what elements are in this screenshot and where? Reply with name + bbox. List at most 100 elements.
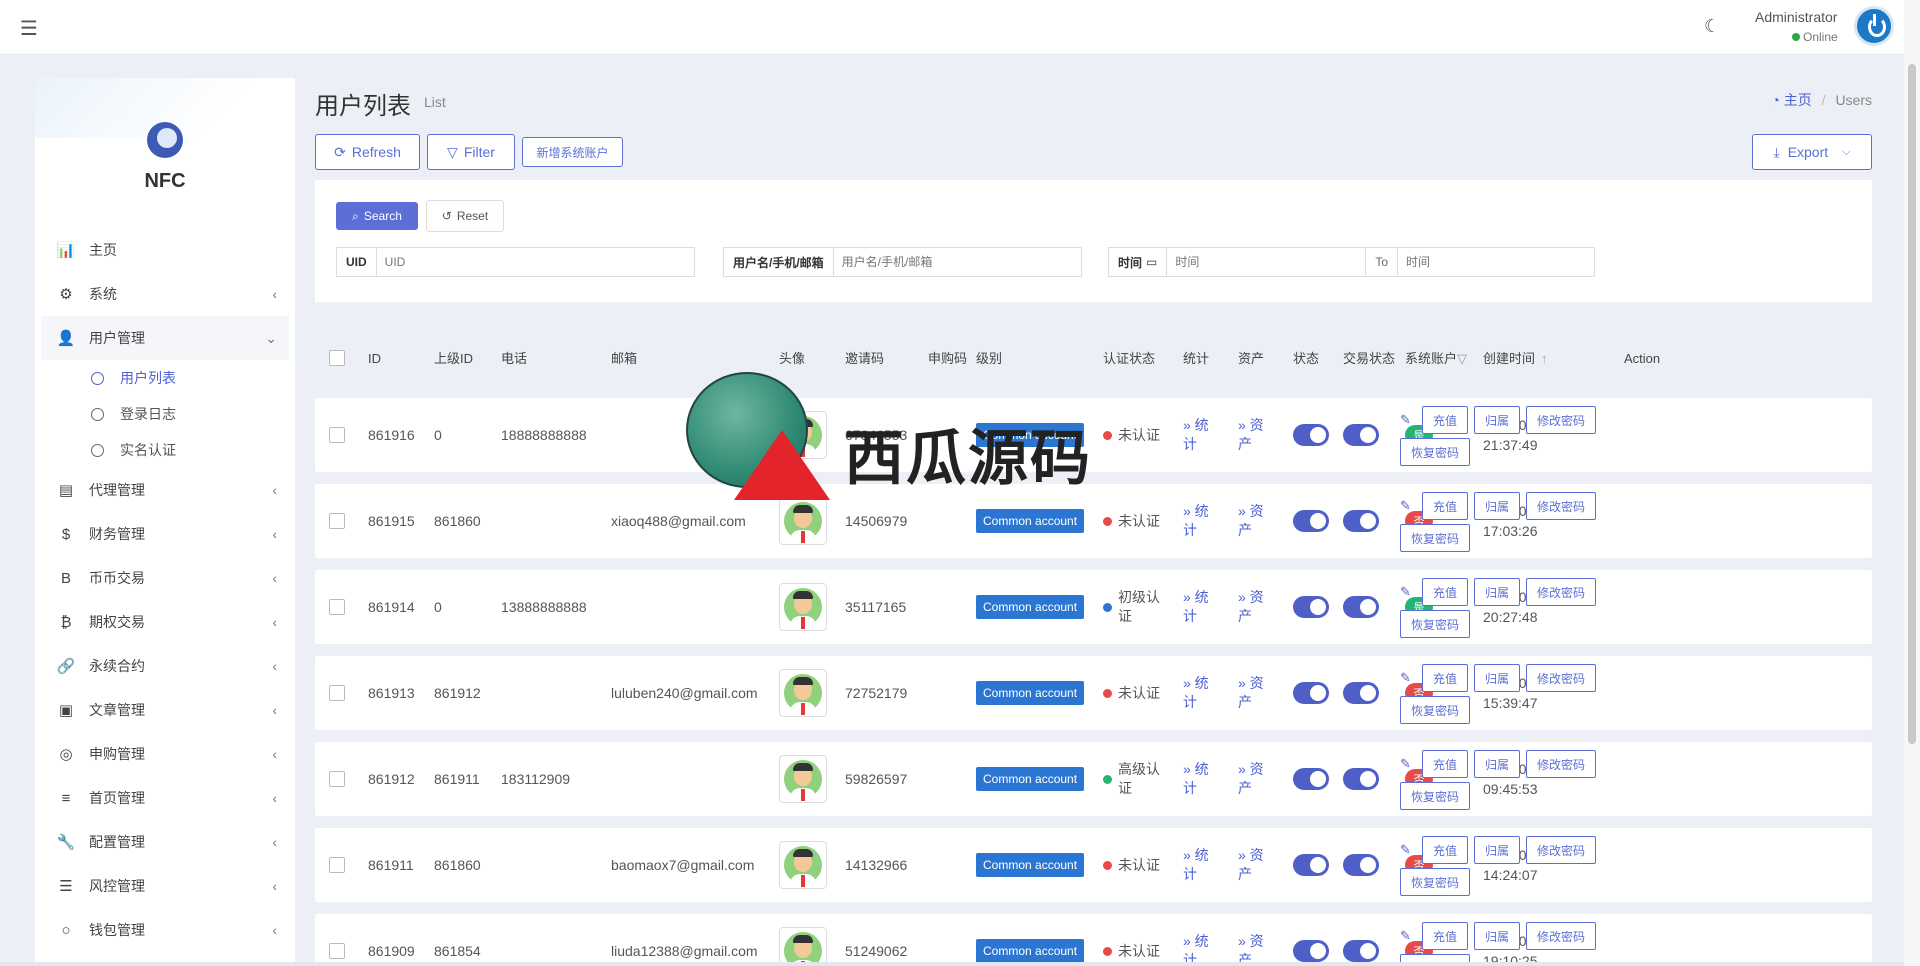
sidebar-item-10[interactable]: ≡ 首页管理 ‹ [41,776,289,820]
row-checkbox[interactable] [329,513,345,529]
assets-link[interactable]: » 资产 [1238,588,1272,626]
change-password-button[interactable]: 修改密码 [1526,922,1597,950]
assets-link[interactable]: » 资产 [1238,502,1272,540]
assign-button[interactable]: 归属 [1474,406,1521,434]
search-button[interactable]: ⌕ Search [336,202,418,230]
status-toggle[interactable] [1293,596,1329,618]
change-password-button[interactable]: 修改密码 [1526,492,1597,520]
change-password-button[interactable]: 修改密码 [1526,664,1597,692]
user-input[interactable] [833,248,1074,276]
recharge-button[interactable]: 充值 [1422,922,1469,950]
filter-funnel-icon[interactable]: ▽ [1457,350,1467,367]
status-toggle[interactable] [1293,768,1329,790]
recharge-button[interactable]: 充值 [1422,492,1469,520]
user-avatar[interactable] [779,583,827,631]
row-checkbox[interactable] [329,943,345,959]
trade-status-toggle[interactable] [1343,940,1379,962]
edit-pencil-icon[interactable]: ✎ [1400,412,1416,428]
row-checkbox[interactable] [329,427,345,443]
sidebar-item-0[interactable]: 📊 主页 [41,228,289,272]
breadcrumb-home[interactable]: ◔ 主页 [1771,92,1811,108]
reset-password-button[interactable]: 恢复密码 [1400,610,1471,638]
sidebar-item-2[interactable]: 👤 用户管理 ⌄ [41,316,289,360]
sidebar-item-8[interactable]: ▣ 文章管理 ‹ [41,688,289,732]
uid-input[interactable] [376,248,687,276]
assets-link[interactable]: » 资产 [1238,674,1272,712]
row-checkbox[interactable] [329,599,345,615]
trade-status-toggle[interactable] [1343,854,1379,876]
refresh-button[interactable]: ⟳ Refresh [315,134,420,170]
row-checkbox[interactable] [329,685,345,701]
sidebar-item-11[interactable]: 🔧 配置管理 ‹ [41,820,289,864]
header-id[interactable]: ID [368,326,381,390]
stats-link[interactable]: » 统计 [1183,502,1217,540]
recharge-button[interactable]: 充值 [1422,750,1469,778]
sidebar-subitem-1[interactable]: 登录日志 [41,396,289,432]
row-checkbox[interactable] [329,771,345,787]
sidebar-item-12[interactable]: ☰ 风控管理 ‹ [41,864,289,908]
change-password-button[interactable]: 修改密码 [1526,836,1597,864]
recharge-button[interactable]: 充值 [1422,578,1469,606]
sidebar-item-7[interactable]: 🔗 永续合约 ‹ [41,644,289,688]
stats-link[interactable]: » 统计 [1183,416,1217,454]
sidebar-subitem-2[interactable]: 实名认证 [41,432,289,468]
assign-button[interactable]: 归属 [1474,664,1521,692]
sort-arrow-up-icon[interactable]: ↑ [1541,350,1548,367]
recharge-button[interactable]: 充值 [1422,836,1469,864]
assets-link[interactable]: » 资产 [1238,846,1272,884]
stats-link[interactable]: » 统计 [1183,846,1217,884]
stats-link[interactable]: » 统计 [1183,932,1217,966]
user-avatar[interactable] [779,669,827,717]
status-toggle[interactable] [1293,424,1329,446]
assign-button[interactable]: 归属 [1474,922,1521,950]
row-checkbox[interactable] [329,857,345,873]
status-toggle[interactable] [1293,940,1329,962]
change-password-button[interactable]: 修改密码 [1526,578,1597,606]
sidebar-item-13[interactable]: ○ 钱包管理 ‹ [41,908,289,952]
reset-password-button[interactable]: 恢复密码 [1400,524,1471,552]
change-password-button[interactable]: 修改密码 [1526,406,1597,434]
admin-name[interactable]: Administrator [1755,9,1837,25]
edit-pencil-icon[interactable]: ✎ [1400,842,1416,858]
change-password-button[interactable]: 修改密码 [1526,750,1597,778]
trade-status-toggle[interactable] [1343,682,1379,704]
user-avatar[interactable] [779,927,827,966]
reset-password-button[interactable]: 恢复密码 [1400,438,1471,466]
assign-button[interactable]: 归属 [1474,578,1521,606]
scrollbar-thumb[interactable] [1908,64,1916,744]
assign-button[interactable]: 归属 [1474,750,1521,778]
admin-avatar[interactable] [1854,6,1894,46]
edit-pencil-icon[interactable]: ✎ [1400,584,1416,600]
edit-pencil-icon[interactable]: ✎ [1400,498,1416,514]
header-created-time[interactable]: 创建时间 ↑ [1483,326,1548,390]
recharge-button[interactable]: 充值 [1422,406,1469,434]
export-button[interactable]: ⤓ Export ⌵ [1752,134,1872,170]
dark-mode-moon-icon[interactable]: ☾ [1704,16,1720,37]
add-system-account-button[interactable]: 新增系统账户 [522,137,623,167]
time-end-input[interactable] [1398,248,1589,276]
user-avatar[interactable] [779,755,827,803]
page-scrollbar[interactable] [1904,0,1920,966]
edit-pencil-icon[interactable]: ✎ [1400,756,1416,772]
trade-status-toggle[interactable] [1343,768,1379,790]
stats-link[interactable]: » 统计 [1183,760,1217,798]
sidebar-item-4[interactable]: $ 财务管理 ‹ [41,512,289,556]
status-toggle[interactable] [1293,682,1329,704]
assets-link[interactable]: » 资产 [1238,932,1272,966]
reset-button[interactable]: ↺ Reset [426,200,504,232]
reset-password-button[interactable]: 恢复密码 [1400,868,1471,896]
user-avatar[interactable] [779,841,827,889]
trade-status-toggle[interactable] [1343,596,1379,618]
assign-button[interactable]: 归属 [1474,836,1521,864]
sidebar-item-5[interactable]: B 币币交易 ‹ [41,556,289,600]
sidebar-item-9[interactable]: ◎ 申购管理 ‹ [41,732,289,776]
assets-link[interactable]: » 资产 [1238,760,1272,798]
reset-password-button[interactable]: 恢复密码 [1400,782,1471,810]
edit-pencil-icon[interactable]: ✎ [1400,928,1416,944]
trade-status-toggle[interactable] [1343,424,1379,446]
hamburger-menu-icon[interactable]: ☰ [20,16,38,41]
sidebar-item-3[interactable]: ▤ 代理管理 ‹ [41,468,289,512]
time-start-input[interactable] [1167,248,1367,276]
sidebar-item-1[interactable]: ⚙ 系统 ‹ [41,272,289,316]
status-toggle[interactable] [1293,854,1329,876]
